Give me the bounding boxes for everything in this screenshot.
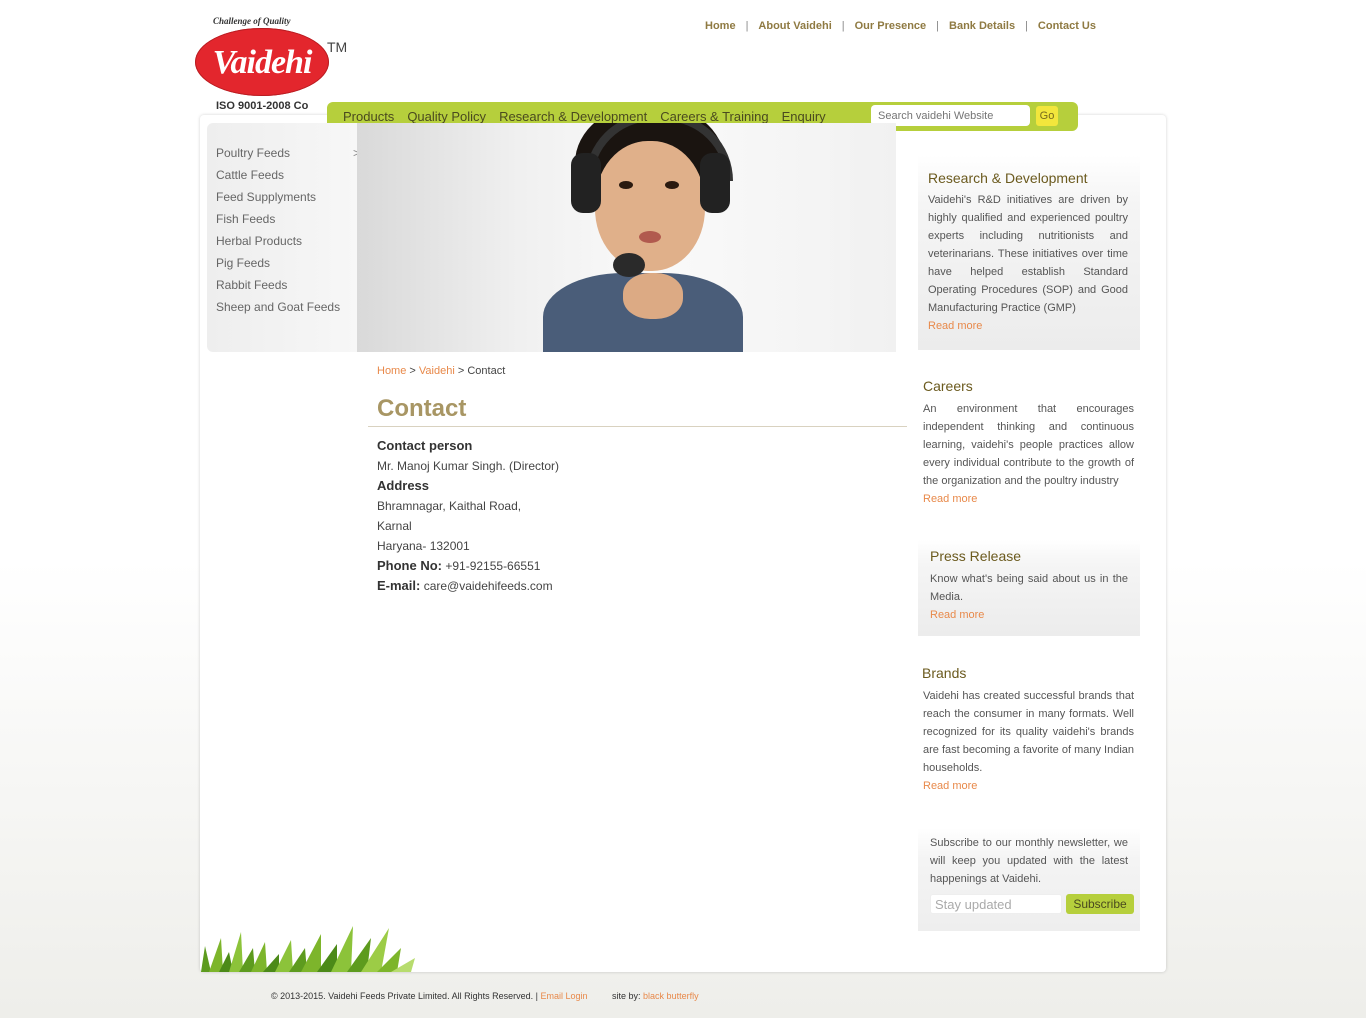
- headset-earcup: [700, 153, 730, 213]
- footer-site-by-link[interactable]: black butterfly: [643, 991, 699, 1001]
- press-release-title: Press Release: [930, 548, 1022, 564]
- top-nav: Home | About Vaidehi | Our Presence | Ba…: [705, 20, 1096, 32]
- logo-tagline: Challenge of Quality: [213, 16, 291, 26]
- contact-details: Contact person Mr. Manoj Kumar Singh. (D…: [377, 436, 559, 596]
- newsletter-text: Subscribe to our monthly newsletter, we …: [930, 837, 1128, 885]
- press-release-text: Know what's being said about us in the M…: [930, 573, 1128, 603]
- menu-research-development[interactable]: Research & Development: [499, 109, 647, 124]
- page-title: Contact: [377, 395, 467, 422]
- sidebar-item-sheep-goat-feeds[interactable]: Sheep and Goat Feeds: [216, 299, 357, 321]
- sidebar-item-fish-feeds[interactable]: Fish Feeds: [216, 211, 357, 233]
- menu-products[interactable]: Products: [343, 109, 394, 124]
- brands-panel: Brands Vaidehi has created successful br…: [918, 665, 1140, 805]
- menu-quality-policy[interactable]: Quality Policy: [407, 109, 486, 124]
- press-read-more-link[interactable]: Read more: [930, 606, 1128, 624]
- careers-title: Careers: [923, 378, 973, 394]
- address-heading: Address: [377, 478, 430, 493]
- footer: © 2013-2015. Vaidehi Feeds Private Limit…: [271, 991, 699, 1001]
- contact-person-name: Mr. Manoj Kumar Singh. (Director): [377, 459, 560, 473]
- hero-child-eye: [619, 181, 633, 189]
- rd-title: Research & Development: [928, 170, 1088, 186]
- hero-child-eye: [665, 181, 679, 189]
- product-sidebar: Poultry Feeds> Cattle Feeds Feed Supplym…: [207, 123, 360, 352]
- search-input[interactable]: [871, 105, 1028, 125]
- footer-copyright: © 2013-2015. Vaidehi Feeds Private Limit…: [271, 991, 538, 1001]
- topnav-separator: |: [841, 20, 845, 32]
- phone-label: Phone No:: [377, 558, 442, 573]
- topnav-about[interactable]: About Vaidehi: [758, 20, 831, 32]
- headset-earcup: [571, 153, 601, 213]
- topnav-separator: |: [745, 20, 749, 32]
- address-line: Karnal: [377, 519, 412, 533]
- menu-enquiry[interactable]: Enquiry: [782, 109, 826, 124]
- hero-child-mouth: [639, 231, 661, 243]
- phone-number: +91-92155-66551: [445, 559, 541, 573]
- footer-site-by-label: site by:: [612, 991, 641, 1001]
- title-divider: [368, 426, 907, 427]
- subscribe-button[interactable]: Subscribe: [1066, 894, 1134, 914]
- logo-trademark: TM: [327, 39, 348, 55]
- site-logo[interactable]: Challenge of Quality Vaidehi TM ISO 9001…: [195, 14, 355, 114]
- email-row: E-mail: care@vaidehifeeds.com: [377, 576, 559, 596]
- hero-banner-image: [357, 123, 896, 352]
- email-address[interactable]: care@vaidehifeeds.com: [424, 579, 553, 593]
- contact-person-heading: Contact person: [377, 438, 473, 453]
- rd-panel: Research & Development Vaidehi's R&D ini…: [918, 155, 1140, 350]
- address-line: Bhramnagar, Kaithal Road,: [377, 499, 522, 513]
- brands-text: Vaidehi has created successful brands th…: [923, 690, 1134, 774]
- address-line: Haryana- 132001: [377, 539, 470, 553]
- breadcrumb-current: Contact: [467, 365, 506, 377]
- rd-text: Vaidehi's R&D initiatives are driven by …: [928, 194, 1128, 314]
- breadcrumb-home[interactable]: Home: [377, 365, 406, 377]
- breadcrumb-separator: >: [457, 365, 465, 377]
- careers-text: An environment that encourages independe…: [923, 403, 1134, 487]
- footer-email-login-link[interactable]: Email Login: [540, 991, 587, 1001]
- newsletter-panel: Subscribe to our monthly newsletter, we …: [918, 828, 1140, 931]
- breadcrumb-section[interactable]: Vaidehi: [419, 365, 455, 377]
- sidebar-item-label: Poultry Feeds: [216, 146, 291, 160]
- sidebar-item-pig-feeds[interactable]: Pig Feeds: [216, 255, 357, 277]
- breadcrumb: Home > Vaidehi > Contact: [377, 365, 505, 377]
- sidebar-item-herbal-products[interactable]: Herbal Products: [216, 233, 357, 255]
- main-menu: Products Quality Policy Research & Devel…: [343, 109, 839, 124]
- menu-careers-training[interactable]: Careers & Training: [660, 109, 768, 124]
- email-label: E-mail:: [377, 578, 421, 593]
- press-release-panel: Press Release Know what's being said abo…: [918, 540, 1140, 636]
- brands-title: Brands: [922, 665, 967, 681]
- careers-read-more-link[interactable]: Read more: [923, 490, 1134, 508]
- topnav-presence[interactable]: Our Presence: [855, 20, 927, 32]
- rd-read-more-link[interactable]: Read more: [928, 317, 1128, 335]
- topnav-home[interactable]: Home: [705, 20, 736, 32]
- search-go-button[interactable]: Go: [1036, 106, 1058, 126]
- phone-row: Phone No: +91-92155-66551: [377, 556, 559, 576]
- headset-microphone: [613, 253, 645, 277]
- hero-child-hand: [623, 273, 683, 319]
- iso-certification: ISO 9001-2008 Co: [216, 100, 309, 112]
- sidebar-item-feed-supplyments[interactable]: Feed Supplyments: [216, 189, 357, 211]
- topnav-bank-details[interactable]: Bank Details: [949, 20, 1015, 32]
- newsletter-email-input[interactable]: Stay updated: [930, 894, 1062, 914]
- topnav-separator: |: [1025, 20, 1028, 32]
- sidebar-item-rabbit-feeds[interactable]: Rabbit Feeds: [216, 277, 357, 299]
- brands-read-more-link[interactable]: Read more: [922, 777, 1134, 795]
- breadcrumb-separator: >: [409, 365, 416, 377]
- sidebar-item-cattle-feeds[interactable]: Cattle Feeds: [216, 167, 357, 189]
- grass-decoration: [201, 926, 415, 972]
- topnav-contact[interactable]: Contact Us: [1038, 20, 1096, 32]
- sidebar-item-poultry-feeds[interactable]: Poultry Feeds>: [216, 145, 360, 167]
- logo-brand: Vaidehi: [212, 44, 313, 81]
- topnav-separator: |: [936, 20, 940, 32]
- careers-panel: Careers An environment that encourages i…: [918, 378, 1140, 518]
